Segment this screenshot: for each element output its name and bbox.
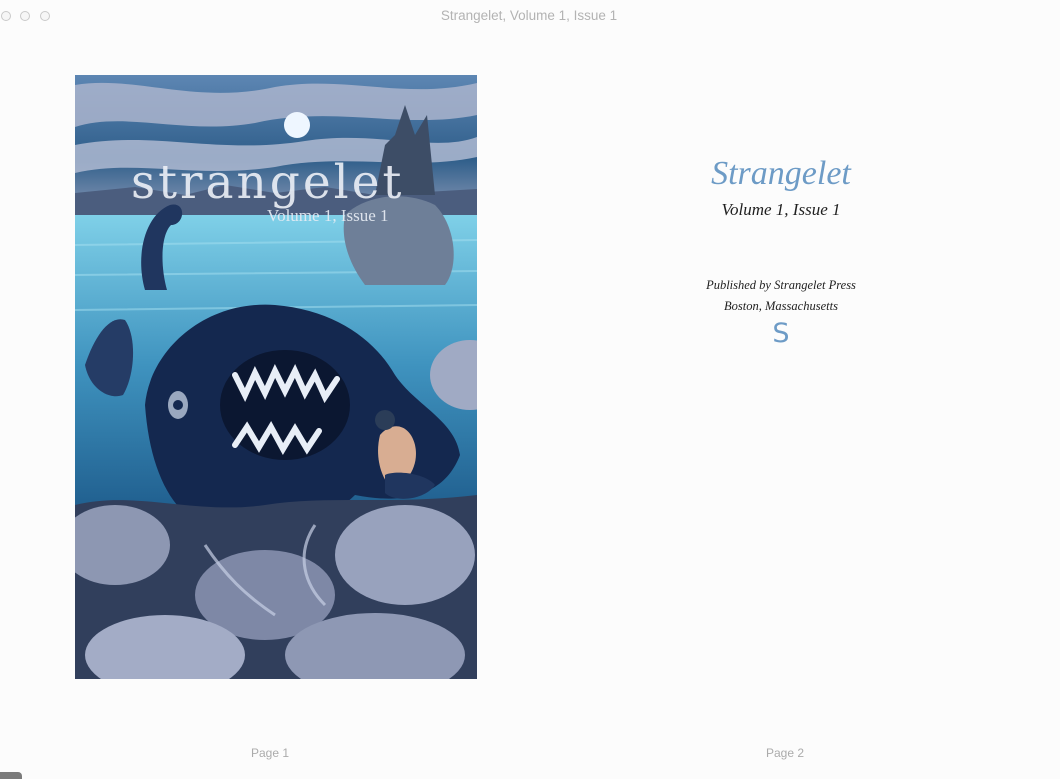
- cover-subtitle: Volume 1, Issue 1: [267, 206, 389, 225]
- sidebar-toggle-icon[interactable]: [0, 772, 22, 779]
- cover-title: strangelet: [131, 155, 405, 210]
- window-title: Strangelet, Volume 1, Issue 1: [440, 8, 618, 23]
- title-page[interactable]: Strangelet Volume 1, Issue 1 Published b…: [600, 150, 962, 350]
- location-line: Boston, Massachusetts: [724, 299, 838, 313]
- page-number-left: Page 1: [251, 746, 290, 760]
- book-title: Strangelet: [711, 155, 851, 192]
- publisher-line: Published by Strangelet Press: [706, 278, 856, 292]
- page-number-right: Page 2: [766, 746, 805, 760]
- cover-page[interactable]: strangelet Volume 1, Issue 1: [75, 75, 477, 679]
- publisher-logo: S: [772, 318, 790, 349]
- title-bar: Strangelet, Volume 1, Issue 1: [0, 0, 1060, 34]
- volume-label: Volume 1, Issue 1: [721, 200, 841, 219]
